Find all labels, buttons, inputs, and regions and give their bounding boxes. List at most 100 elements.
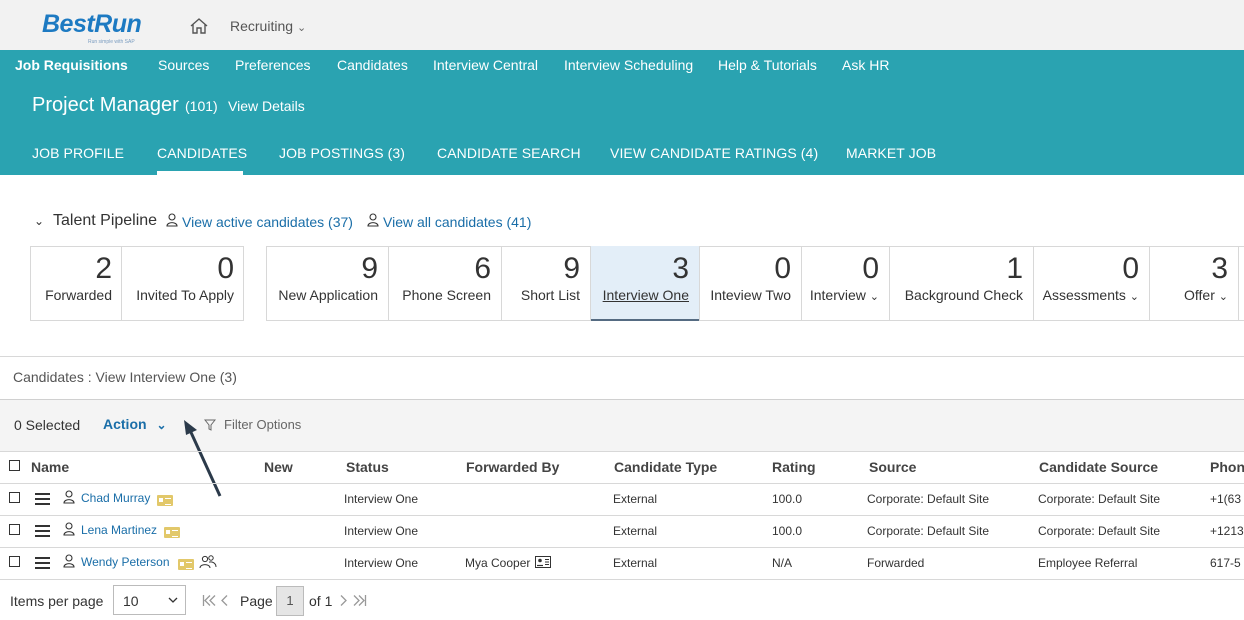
step-label-row: Assessments ⌄: [1034, 287, 1149, 303]
nav-preferences[interactable]: Preferences: [235, 57, 310, 73]
tab-candidate-search[interactable]: CANDIDATE SEARCH: [437, 145, 581, 161]
pipeline-step-new-application[interactable]: 9 New Application: [266, 246, 388, 321]
pipeline-step-invited[interactable]: 0 Invited To Apply: [122, 246, 244, 321]
step-label: Forwarded: [45, 287, 112, 303]
view-active-candidates-link[interactable]: View active candidates (37): [182, 214, 353, 230]
col-rating[interactable]: Rating: [772, 459, 816, 475]
step-count: 1: [1006, 252, 1023, 285]
step-label: Phone Screen: [402, 287, 491, 303]
page-number-input[interactable]: 1: [276, 586, 304, 616]
step-count: 0: [862, 252, 879, 285]
nav-sources[interactable]: Sources: [158, 57, 209, 73]
col-candidate-type[interactable]: Candidate Type: [614, 459, 717, 475]
person-icon: [63, 554, 75, 568]
step-label: Background Check: [904, 287, 1023, 303]
pipeline-step-phone-screen[interactable]: 6 Phone Screen: [389, 246, 501, 321]
chevron-down-icon[interactable]: ⌄: [1130, 291, 1139, 303]
step-count: 0: [774, 252, 791, 285]
select-all-checkbox[interactable]: [9, 460, 20, 471]
tab-job-postings[interactable]: JOB POSTINGS (3): [279, 145, 405, 161]
items-per-page-select[interactable]: 10: [113, 585, 186, 615]
pipeline-step-background-check[interactable]: 1 Background Check: [890, 246, 1033, 321]
cell-candidate-source: Employee Referral: [1038, 556, 1138, 570]
row-menu-icon[interactable]: [35, 557, 50, 572]
table-header-bottom: [0, 483, 1244, 484]
cell-forwarded-by: Mya Cooper: [465, 556, 531, 570]
step-label: Assessments: [1042, 287, 1126, 303]
page-label: Page: [240, 593, 273, 609]
candidate-name-link[interactable]: Chad Murray: [81, 491, 150, 505]
step-label-row: Offer ⌄: [1150, 287, 1238, 303]
row-menu-icon[interactable]: [35, 493, 50, 508]
pipeline-step-short-list[interactable]: 9 Short List: [502, 246, 590, 321]
step-label: Short List: [520, 287, 580, 303]
chevron-down-icon[interactable]: ⌄: [870, 291, 879, 303]
referral-icon[interactable]: [199, 555, 217, 569]
col-candidate-source[interactable]: Candidate Source: [1039, 459, 1158, 475]
action-menu-button[interactable]: Action ⌄: [103, 416, 167, 432]
chevron-down-icon[interactable]: ⌄: [1219, 291, 1228, 303]
module-switcher[interactable]: Recruiting ⌄: [230, 18, 306, 34]
next-page-icon[interactable]: [339, 594, 348, 607]
contact-card-icon[interactable]: [535, 556, 551, 568]
col-source[interactable]: Source: [869, 459, 916, 475]
pipeline-step-assessments[interactable]: 0 Assessments ⌄: [1034, 246, 1149, 321]
cell-phone: 617-5: [1210, 556, 1241, 570]
pipeline-step-offer[interactable]: 3 Offer ⌄: [1150, 246, 1238, 321]
chevron-down-icon: ⌄: [156, 418, 167, 432]
pipeline-step-interview-one[interactable]: 3 Interview One: [591, 246, 699, 321]
row-checkbox[interactable]: [9, 556, 20, 567]
filter-options-button[interactable]: Filter Options: [224, 417, 301, 432]
row-menu-icon[interactable]: [35, 525, 50, 540]
arrow-annotation-icon: [184, 420, 222, 497]
resume-card-icon[interactable]: [157, 495, 173, 506]
first-page-icon[interactable]: [202, 594, 216, 607]
page-total: of 1: [309, 593, 333, 609]
nav-interview-central[interactable]: Interview Central: [433, 57, 538, 73]
resume-card-icon[interactable]: [164, 527, 180, 538]
step-label: Interview: [809, 287, 866, 303]
col-forwarded-by[interactable]: Forwarded By: [466, 459, 559, 475]
company-logo[interactable]: BestRun: [42, 10, 142, 39]
col-new[interactable]: New: [264, 459, 293, 475]
pipeline-step-forwarded[interactable]: 2 Forwarded: [30, 246, 122, 321]
tab-market-job[interactable]: MARKET JOB: [846, 145, 936, 161]
person-icon: [367, 213, 379, 227]
resume-card-icon[interactable]: [178, 559, 194, 570]
tab-candidates[interactable]: CANDIDATES: [157, 145, 247, 161]
pipeline-step-interview-two[interactable]: 0 Inteview Two: [700, 246, 801, 321]
step-count: 3: [1211, 252, 1228, 285]
nav-ask-hr[interactable]: Ask HR: [842, 57, 889, 73]
prev-page-icon[interactable]: [220, 594, 229, 607]
home-icon[interactable]: [189, 17, 209, 35]
job-number: (101): [185, 98, 218, 114]
candidate-name-link[interactable]: Lena Martinez: [81, 523, 157, 537]
tab-view-candidate-ratings[interactable]: VIEW CANDIDATE RATINGS (4): [610, 145, 818, 161]
step-label: Offer: [1184, 287, 1215, 303]
last-page-icon[interactable]: [353, 594, 367, 607]
nav-interview-scheduling[interactable]: Interview Scheduling: [564, 57, 693, 73]
candidate-name-link[interactable]: Wendy Peterson: [81, 555, 170, 569]
col-status[interactable]: Status: [346, 459, 389, 475]
col-phone[interactable]: Phon: [1210, 459, 1244, 475]
step-count: 9: [361, 252, 378, 285]
nav-help-tutorials[interactable]: Help & Tutorials: [718, 57, 817, 73]
nav-candidates[interactable]: Candidates: [337, 57, 408, 73]
pipeline-step-interview[interactable]: 0 Interview ⌄: [802, 246, 889, 321]
view-details-link[interactable]: View Details: [228, 98, 305, 114]
nav-job-requisitions[interactable]: Job Requisitions: [15, 57, 128, 73]
row-divider: [0, 547, 1244, 548]
items-per-page-value: 10: [123, 593, 139, 609]
job-title: Project Manager: [32, 94, 179, 116]
tab-job-profile[interactable]: JOB PROFILE: [32, 145, 124, 161]
cell-source: Corporate: Default Site: [867, 492, 990, 506]
cell-status: Interview One: [344, 524, 419, 538]
action-label: Action: [103, 416, 147, 432]
collapse-chevron-icon[interactable]: ⌄: [34, 214, 44, 228]
logo-tagline: Run simple with SAP: [88, 39, 135, 45]
col-name[interactable]: Name: [31, 459, 69, 475]
row-checkbox[interactable]: [9, 524, 20, 535]
row-checkbox[interactable]: [9, 492, 20, 503]
module-label: Recruiting: [230, 18, 294, 34]
view-all-candidates-link[interactable]: View all candidates (41): [383, 214, 531, 230]
